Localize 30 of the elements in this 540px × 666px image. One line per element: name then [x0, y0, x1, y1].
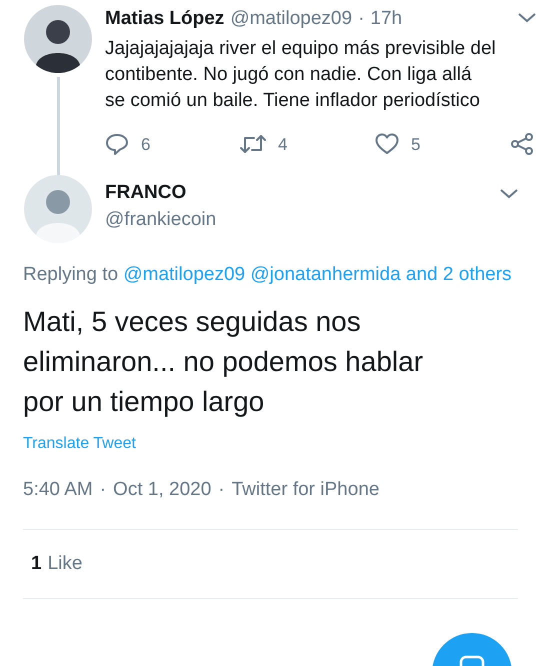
chevron-down-icon[interactable] — [518, 13, 536, 23]
chevron-down-icon[interactable] — [500, 189, 518, 199]
likes-count[interactable]: 1 — [31, 550, 42, 578]
separator-dot: · — [358, 7, 364, 31]
action-count: 6 — [141, 134, 150, 156]
mention-link[interactable]: @matilopez09 — [123, 264, 246, 285]
share-icon[interactable] — [510, 132, 534, 156]
action-count: 4 — [278, 134, 288, 156]
reply-icon[interactable] — [105, 132, 129, 156]
mention-link[interactable]: @jonatanhermida — [250, 264, 401, 285]
author-name[interactable]: FRANCO — [105, 181, 500, 205]
avatar[interactable] — [24, 5, 92, 73]
author-handle: @matilopez09 — [230, 7, 352, 31]
author-name[interactable]: Matias López — [105, 5, 224, 34]
tweet-text: Jajajajajajaja river el equipo más previsible del contibente. No jugó con nadie. Con liga allá se comió un baile. Tiene inflador periodístico — [105, 36, 497, 112]
replying-to-text: Replying to @matilopez09 @jonatanhermida and 2 others — [23, 263, 513, 287]
separator-dot: · — [100, 478, 106, 502]
tweet-date: Oct 1, 2020 — [113, 478, 212, 502]
likes-label[interactable]: Like — [48, 550, 82, 578]
tweet-source[interactable]: Twitter for iPhone — [232, 476, 380, 504]
heart-icon[interactable] — [375, 133, 399, 156]
tweet-time: 17h — [370, 7, 402, 31]
author-handle: @frankiecoin — [105, 208, 218, 232]
separator-dot: · — [218, 478, 225, 502]
others-link[interactable]: and 2 others — [406, 264, 512, 285]
retweet-icon[interactable] — [240, 133, 266, 156]
translate-link[interactable]: Translate Tweet — [23, 432, 136, 456]
tweet-text: Mati, 5 veces seguidas nos eliminaron... no podemos hablar por un tiempo largo — [23, 305, 424, 419]
action-count: 5 — [411, 134, 420, 156]
tweet-time: 5:40 AM — [23, 478, 93, 502]
